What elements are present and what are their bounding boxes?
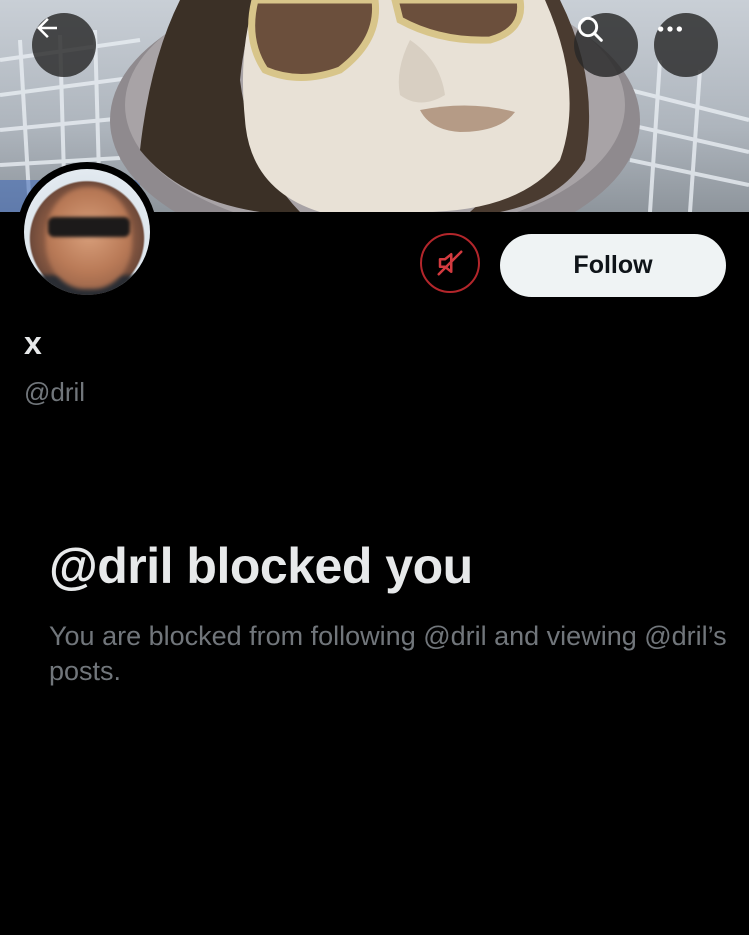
search-button[interactable] (574, 13, 638, 77)
profile-handle: @dril (24, 377, 86, 407)
display-name: x (24, 325, 42, 361)
speaker-muted-icon (437, 250, 463, 276)
blocked-description: You are blocked from following @dril and… (49, 621, 727, 686)
unmute-button[interactable] (420, 233, 480, 293)
back-button[interactable] (32, 13, 96, 77)
search-icon (577, 16, 603, 42)
avatar-image (24, 169, 150, 295)
more-horizontal-icon (658, 26, 682, 32)
follow-button[interactable]: Follow (500, 234, 726, 297)
arrow-left-icon (37, 18, 57, 38)
profile-avatar[interactable] (17, 162, 157, 302)
more-options-button[interactable] (654, 13, 718, 77)
blocked-title: @dril blocked you (49, 538, 473, 594)
